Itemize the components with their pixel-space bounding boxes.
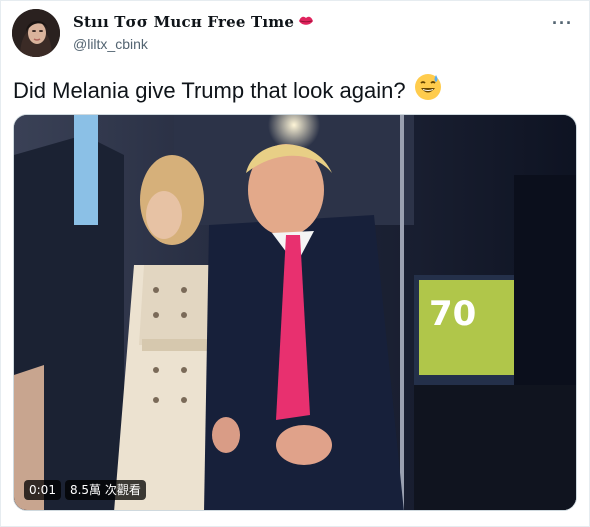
grinning-sweat-face-icon xyxy=(414,73,442,109)
avatar[interactable] xyxy=(12,9,60,57)
video-frame: 70 xyxy=(14,115,576,510)
tweet-text-body: Did Melania give Trump that look again? xyxy=(13,78,406,103)
video-view-count: 8.5萬 次觀看 xyxy=(64,480,146,500)
author-block: Stııı Tσσ Mucн Free Tıme @liltx_cbink xyxy=(73,13,314,53)
author-display-name[interactable]: Stııı Tσσ Mucн Free Tıme xyxy=(73,13,314,31)
author-handle[interactable]: @liltx_cbink xyxy=(73,35,314,53)
video-controls: 0:01 8.5萬 次觀看 xyxy=(24,480,146,500)
tweet-card: Stııı Tσσ Mucн Free Tıme @liltx_cbink ··… xyxy=(0,0,590,527)
display-name-text: Stııı Tσσ Mucн Free Tıme xyxy=(73,13,295,31)
video-player[interactable]: 70 0:01 8.5萬 次觀看 xyxy=(13,114,577,511)
more-options-icon[interactable]: ··· xyxy=(552,13,573,34)
video-elapsed: 0:01 xyxy=(24,480,61,500)
tweet-text: Did Melania give Trump that look again? xyxy=(13,73,442,109)
svg-text:70: 70 xyxy=(429,294,476,334)
lips-icon xyxy=(298,13,314,31)
